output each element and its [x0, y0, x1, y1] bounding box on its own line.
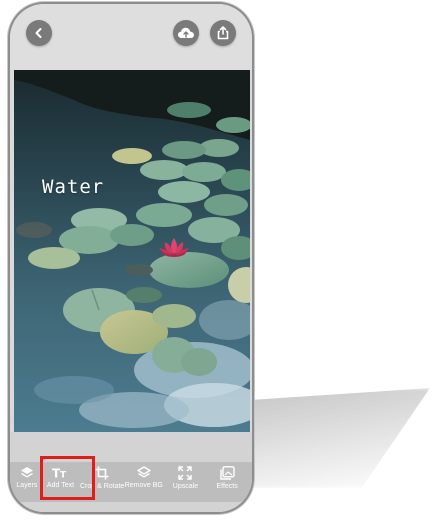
toolbar-upscale[interactable]: Upscale	[165, 462, 205, 490]
cloud-upload-button[interactable]	[173, 20, 199, 46]
text-icon: T T	[52, 466, 68, 480]
upscale-icon	[178, 466, 193, 480]
screenshot-stage: Water Layers T T Add Text Crop & Rotate …	[0, 0, 432, 520]
toolbar-layers[interactable]: Layers	[15, 462, 39, 489]
toolbar-crop-rotate[interactable]: Crop & Rotate	[79, 462, 125, 490]
toolbar-effects[interactable]: Effects	[207, 462, 247, 490]
bottom-panel: Layers T T Add Text Crop & Rotate Remove…	[10, 432, 252, 512]
water-lily-photo	[14, 70, 250, 432]
chevron-left-icon	[33, 27, 45, 39]
toolbar-crop-rotate-label: Crop & Rotate	[79, 483, 125, 490]
layers-icon	[20, 466, 34, 479]
crop-icon	[95, 466, 109, 480]
share-button[interactable]	[210, 20, 236, 46]
phone-frame: Water Layers T T Add Text Crop & Rotate …	[10, 4, 252, 512]
svg-text:T: T	[60, 471, 67, 480]
share-icon	[216, 26, 230, 40]
toolbar-effects-label: Effects	[216, 483, 238, 490]
toolbar-add-text-label: Add Text	[46, 482, 75, 489]
cloud-upload-icon	[177, 26, 195, 40]
toolbar-add-text[interactable]: T T Add Text	[40, 462, 80, 490]
effects-icon	[219, 466, 235, 480]
toolbar-remove-bg-label: Remove BG	[124, 482, 163, 489]
editor-toolbar: Layers T T Add Text Crop & Rotate Remove…	[10, 462, 252, 502]
editor-header	[10, 4, 252, 70]
toolbar-remove-bg[interactable]: Remove BG	[124, 462, 164, 489]
canvas-text-layer[interactable]: Water	[42, 176, 104, 198]
toolbar-layers-label: Layers	[16, 482, 38, 489]
toolbar-upscale-label: Upscale	[172, 483, 199, 490]
back-button[interactable]	[26, 20, 52, 46]
phone-shadow	[250, 388, 430, 488]
remove-bg-icon	[137, 466, 151, 479]
photo-canvas[interactable]: Water	[14, 70, 250, 432]
